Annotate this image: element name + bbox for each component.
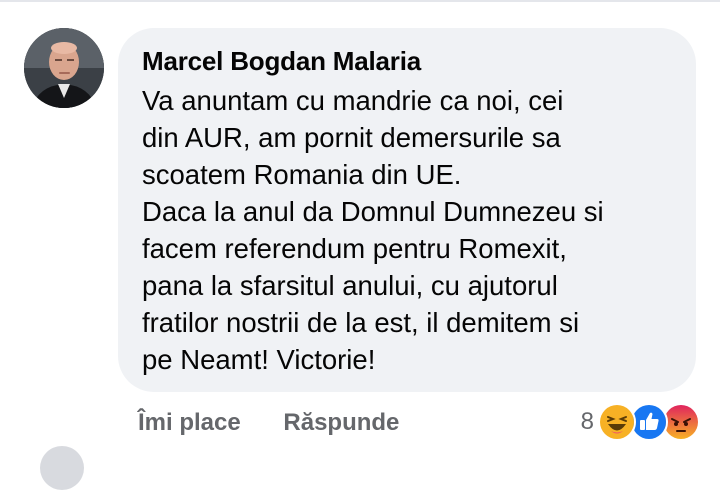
comment-author[interactable]: Marcel Bogdan Malaria xyxy=(142,44,670,78)
comment-text: Va anuntam cu mandrie ca noi, cei din AU… xyxy=(142,82,670,378)
reaction-count: 8 xyxy=(580,408,594,435)
reaction-summary[interactable]: 8 xyxy=(581,400,700,444)
comment-line: Va anuntam cu mandrie ca noi, cei xyxy=(142,85,564,116)
comment-bubble: Marcel Bogdan Malaria Va anuntam cu mand… xyxy=(118,28,696,392)
reply-action[interactable]: Răspunde xyxy=(283,409,399,436)
next-comment-avatar[interactable] xyxy=(40,446,84,490)
haha-icon xyxy=(598,403,636,441)
top-divider xyxy=(0,0,720,2)
comment-line: Daca la anul da Domnul Dumnezeu si xyxy=(142,196,604,227)
profile-photo xyxy=(24,28,104,108)
comment-line: scoatem Romania din UE. xyxy=(142,159,462,190)
comment-line: fratilor nostrii de la est, il demitem s… xyxy=(142,307,580,338)
comment-line: facem referendum pentru Romexit, xyxy=(142,233,567,264)
comment-actions: Îmi place Răspunde xyxy=(138,406,399,440)
avatar[interactable] xyxy=(24,28,104,108)
comment-line: pe Neamt! Victorie! xyxy=(142,344,376,375)
comment-line: pana la sfarsitul anului, cu ajutorul xyxy=(142,270,558,301)
like-action[interactable]: Îmi place xyxy=(138,409,241,436)
comment-line: din AUR, am pornit demersurile sa xyxy=(142,122,561,153)
